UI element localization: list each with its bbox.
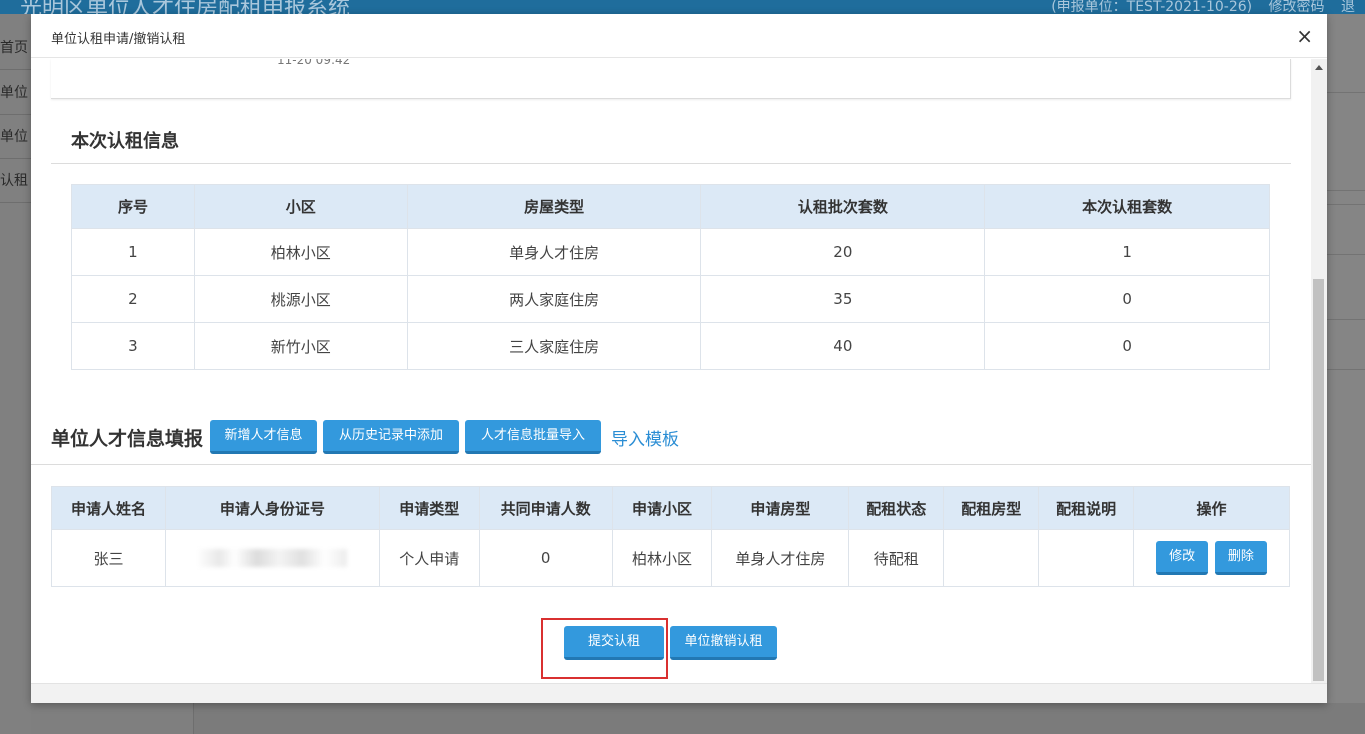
cell-current-count: 0 bbox=[984, 275, 1270, 323]
cell-index: 1 bbox=[71, 228, 195, 276]
table-row: 3 新竹小区 三人家庭住房 40 0 bbox=[71, 322, 1270, 370]
lease-info-table: 序号 小区 房屋类型 认租批次套数 本次认租套数 1 柏林小区 单身人才住房 2… bbox=[71, 184, 1270, 370]
table-header-row: 序号 小区 房屋类型 认租批次套数 本次认租套数 bbox=[71, 184, 1270, 229]
cell-community: 新竹小区 bbox=[193, 322, 408, 370]
col-apply-type: 申请类型 bbox=[378, 486, 480, 530]
previous-card-text: 11-20 09:42 bbox=[277, 59, 351, 67]
modal-scrollbar[interactable] bbox=[1311, 59, 1327, 703]
col-applicant-name: 申请人姓名 bbox=[51, 486, 166, 530]
cell-current-count: 1 bbox=[984, 228, 1270, 276]
col-actions: 操作 bbox=[1133, 486, 1290, 530]
cell-house-type: 三人家庭住房 bbox=[406, 322, 702, 370]
lease-info-title: 本次认租信息 bbox=[71, 131, 179, 152]
app-main-bottom bbox=[193, 703, 1365, 734]
cell-community: 柏林小区 bbox=[193, 228, 408, 276]
lease-modal: 单位认租申请/撤销认租 × 11-20 09:42 本次认租信息 序号 小区 房… bbox=[31, 14, 1327, 703]
app-main-right bbox=[1327, 14, 1365, 734]
table-row: 2 桃源小区 两人家庭住房 35 0 bbox=[71, 275, 1270, 323]
modal-footer bbox=[31, 683, 1327, 703]
cancel-lease-button[interactable]: 单位撤销认租 bbox=[670, 626, 777, 660]
col-batch-count: 认租批次套数 bbox=[700, 184, 986, 229]
col-index: 序号 bbox=[71, 184, 195, 229]
talent-table: 申请人姓名 申请人身份证号 申请类型 共同申请人数 申请小区 申请房型 配租状态… bbox=[51, 486, 1290, 587]
col-co-applicants: 共同申请人数 bbox=[478, 486, 613, 530]
edit-button[interactable]: 修改 bbox=[1156, 541, 1209, 575]
batch-import-button[interactable]: 人才信息批量导入 bbox=[465, 420, 601, 454]
cell-house-type: 两人家庭住房 bbox=[406, 275, 702, 323]
add-talent-button[interactable]: 新增人才信息 bbox=[210, 420, 317, 454]
section-divider bbox=[31, 464, 1311, 465]
cell-index: 3 bbox=[71, 322, 195, 370]
cell-assigned-type bbox=[943, 529, 1040, 587]
table-row: 1 柏林小区 单身人才住房 20 1 bbox=[71, 228, 1270, 276]
cell-current-count: 0 bbox=[984, 322, 1270, 370]
logout-link[interactable]: 退 bbox=[1341, 0, 1355, 14]
cell-lease-note bbox=[1038, 529, 1135, 587]
cell-apply-room-type: 单身人才住房 bbox=[711, 529, 850, 587]
col-current-count: 本次认租套数 bbox=[984, 184, 1270, 229]
delete-button[interactable]: 删除 bbox=[1214, 541, 1267, 575]
cell-co-applicants: 0 bbox=[478, 529, 613, 587]
header-user-area: (申报单位：TEST-2021-10-26) 修改密码 退 bbox=[1039, 0, 1355, 14]
app-sidebar: 首页 单位 单位 认租 bbox=[0, 14, 40, 734]
modal-title: 单位认租申请/撤销认租 bbox=[51, 32, 186, 47]
scroll-up-icon[interactable] bbox=[1315, 65, 1323, 70]
col-apply-community: 申请小区 bbox=[611, 486, 713, 530]
cell-house-type: 单身人才住房 bbox=[406, 228, 702, 276]
app-header: 光明区单位人才住房配租申报系统 (申报单位：TEST-2021-10-26) 修… bbox=[0, 0, 1365, 14]
col-community: 小区 bbox=[193, 184, 408, 229]
col-assigned-type: 配租房型 bbox=[943, 486, 1040, 530]
submit-lease-button[interactable]: 提交认租 bbox=[564, 626, 664, 660]
header-unit: (申报单位：TEST-2021-10-26) bbox=[1051, 0, 1253, 14]
close-icon[interactable]: × bbox=[1296, 24, 1313, 48]
cell-community: 桃源小区 bbox=[193, 275, 408, 323]
col-apply-room-type: 申请房型 bbox=[711, 486, 850, 530]
table-header-row: 申请人姓名 申请人身份证号 申请类型 共同申请人数 申请小区 申请房型 配租状态… bbox=[51, 486, 1290, 530]
cell-actions: 修改 删除 bbox=[1133, 529, 1290, 587]
cell-batch-count: 40 bbox=[700, 322, 986, 370]
talent-section-title: 单位人才信息填报 bbox=[51, 428, 204, 450]
col-lease-status: 配租状态 bbox=[848, 486, 945, 530]
add-from-history-button[interactable]: 从历史记录中添加 bbox=[323, 420, 459, 454]
import-template-link[interactable]: 导入模板 bbox=[611, 425, 679, 450]
col-house-type: 房屋类型 bbox=[406, 184, 702, 229]
change-password-link[interactable]: 修改密码 bbox=[1269, 0, 1325, 14]
previous-info-card: 11-20 09:42 bbox=[51, 59, 1291, 99]
cell-batch-count: 20 bbox=[700, 228, 986, 276]
col-id-number: 申请人身份证号 bbox=[164, 486, 380, 530]
cell-index: 2 bbox=[71, 275, 195, 323]
app-title: 光明区单位人才住房配租申报系统 bbox=[20, 0, 351, 14]
col-lease-note: 配租说明 bbox=[1038, 486, 1135, 530]
cell-batch-count: 35 bbox=[700, 275, 986, 323]
section-divider bbox=[51, 163, 1291, 164]
modal-body: 11-20 09:42 本次认租信息 序号 小区 房屋类型 认租批次套数 本次认… bbox=[31, 59, 1311, 684]
cell-applicant-name: 张三 bbox=[51, 529, 166, 587]
table-row: 张三 个人申请 0 柏林小区 单身人才住房 待配租 修改 删除 bbox=[51, 529, 1290, 587]
cell-apply-community: 柏林小区 bbox=[611, 529, 713, 587]
cell-id-number bbox=[164, 529, 380, 587]
modal-header: 单位认租申请/撤销认租 × bbox=[31, 14, 1327, 58]
cell-lease-status: 待配租 bbox=[848, 529, 945, 587]
scrollbar-thumb[interactable] bbox=[1313, 279, 1324, 681]
cell-apply-type: 个人申请 bbox=[378, 529, 480, 587]
redacted-id bbox=[197, 549, 348, 568]
